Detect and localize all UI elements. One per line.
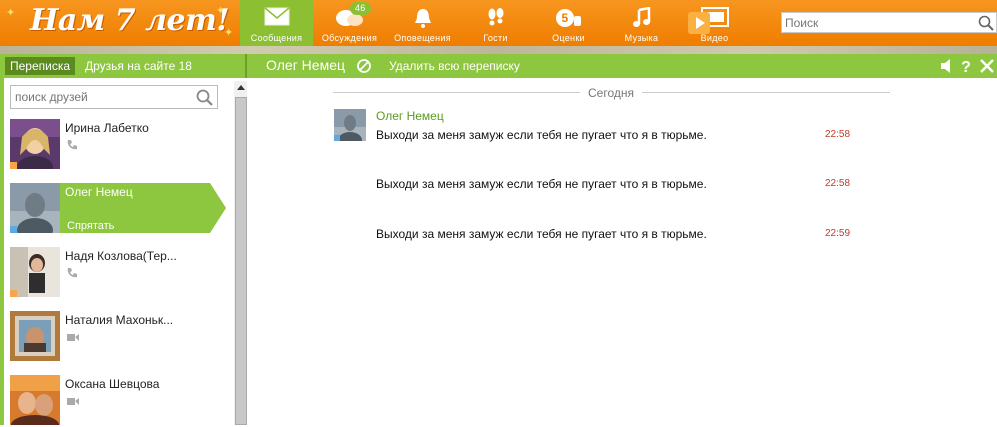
svg-text:?: ? bbox=[961, 59, 971, 75]
friend-search-input[interactable] bbox=[11, 86, 191, 108]
hide-friend-link[interactable]: Спрятать bbox=[67, 220, 114, 232]
close-icon[interactable] bbox=[979, 57, 995, 75]
site-logo[interactable]: ✦ ✦ ✦ Нам 7 лет! bbox=[4, 2, 236, 44]
music-play-button[interactable] bbox=[688, 12, 710, 34]
video-camera-icon bbox=[67, 334, 79, 341]
friend-item-selected[interactable]: Олег Немец Спрятать bbox=[10, 183, 226, 235]
search-icon[interactable] bbox=[196, 89, 214, 107]
friend-name: Надя Козлова(Тер... bbox=[65, 249, 177, 263]
sound-icon[interactable] bbox=[938, 57, 954, 75]
main-nav: Сообщения 46 Обсуждения Оповещения Гости… bbox=[240, 0, 751, 46]
nav-discussions-label: Обсуждения bbox=[321, 33, 378, 43]
friends-panel: Ирина Лабетко Олег Немец Спрятать Надя К… bbox=[0, 78, 248, 427]
video-camera-icon bbox=[67, 398, 79, 405]
chat-header: Переписка Друзья на сайте 18 Олег Немец … bbox=[0, 54, 997, 78]
status-indicator bbox=[10, 162, 17, 169]
status-indicator bbox=[10, 226, 17, 233]
envelope-icon bbox=[264, 7, 289, 26]
message-time: 22:58 bbox=[825, 129, 851, 140]
footprints-icon bbox=[488, 8, 503, 26]
chat-contact-name[interactable]: Олег Немец bbox=[266, 57, 345, 73]
nav-discussions[interactable]: 46 Обсуждения bbox=[313, 0, 386, 46]
message-text: Выходи за меня замуж если тебя не пугает… bbox=[376, 227, 707, 241]
site-search-input[interactable] bbox=[782, 13, 972, 32]
search-icon[interactable] bbox=[978, 15, 994, 31]
bell-icon bbox=[414, 9, 431, 28]
avatar bbox=[10, 375, 60, 425]
rating-five-icon: 5 bbox=[555, 9, 581, 27]
friend-item[interactable]: Ирина Лабетко bbox=[10, 119, 220, 171]
delete-all-messages-button[interactable]: Удалить всю переписку bbox=[389, 59, 520, 73]
tab-friends-online[interactable]: Друзья на сайте 18 bbox=[80, 57, 197, 75]
message-author-avatar[interactable] bbox=[334, 109, 366, 141]
block-icon[interactable] bbox=[356, 58, 372, 74]
friends-scrollbar[interactable] bbox=[234, 81, 248, 425]
sparkle-icon: ✦ bbox=[6, 7, 16, 19]
site-search bbox=[781, 12, 997, 33]
friend-item[interactable]: Надя Козлова(Тер... bbox=[10, 247, 220, 299]
header-divider bbox=[245, 54, 247, 78]
avatar bbox=[10, 311, 60, 361]
message-time: 22:58 bbox=[825, 178, 851, 189]
conversation-area: Сегодня Олег Немец Выходи за меня замуж … bbox=[247, 78, 997, 425]
nav-guests-label: Гости bbox=[483, 33, 508, 43]
nav-music-label: Музыка bbox=[624, 33, 659, 43]
message-time: 22:59 bbox=[825, 228, 851, 239]
nav-music[interactable]: Музыка bbox=[605, 0, 678, 46]
avatar bbox=[10, 183, 60, 233]
message-author-name[interactable]: Олег Немец bbox=[376, 109, 444, 123]
nav-guests[interactable]: Гости bbox=[459, 0, 532, 46]
friend-item[interactable]: Наталия Махоньк... bbox=[10, 311, 220, 363]
friend-search bbox=[10, 85, 218, 109]
discussions-count-badge: 46 bbox=[350, 2, 371, 15]
date-separator: Сегодня bbox=[580, 86, 642, 100]
nav-ratings-label: Оценки bbox=[552, 33, 585, 43]
play-icon bbox=[696, 17, 705, 29]
nav-notifications[interactable]: Оповещения bbox=[386, 0, 459, 46]
friend-name: Оксана Шевцова bbox=[65, 377, 160, 391]
scroll-up-button[interactable] bbox=[234, 81, 248, 95]
message-text: Выходи за меня замуж если тебя не пугает… bbox=[376, 128, 707, 142]
phone-icon bbox=[67, 140, 77, 150]
friend-name: Наталия Махоньк... bbox=[65, 313, 174, 327]
tab-messages[interactable]: Переписка bbox=[5, 57, 76, 75]
logo-text: Нам 7 лет! bbox=[30, 3, 230, 38]
nav-notifications-label: Оповещения bbox=[394, 33, 451, 43]
nav-video-label: Видео bbox=[700, 33, 729, 43]
arrow-up-icon bbox=[237, 85, 245, 90]
music-note-icon bbox=[632, 7, 650, 27]
friend-name: Ирина Лабетко bbox=[65, 121, 149, 135]
nav-messages[interactable]: Сообщения bbox=[240, 0, 313, 46]
phone-icon bbox=[67, 268, 77, 278]
avatar bbox=[10, 247, 60, 297]
scroll-thumb[interactable] bbox=[235, 97, 247, 425]
nav-messages-label: Сообщения bbox=[250, 33, 303, 43]
help-icon[interactable]: ? bbox=[959, 57, 973, 75]
message-text: Выходи за меня замуж если тебя не пугает… bbox=[376, 177, 707, 191]
avatar bbox=[10, 119, 60, 169]
top-navigation-bar: ✦ ✦ ✦ Нам 7 лет! Сообщения 46 Обсуждения bbox=[0, 0, 997, 46]
svg-text:5: 5 bbox=[561, 11, 568, 25]
decorative-stripe bbox=[0, 46, 997, 54]
friend-item[interactable]: Оксана Шевцова bbox=[10, 375, 220, 427]
status-indicator bbox=[10, 290, 17, 297]
friend-name: Олег Немец bbox=[65, 185, 133, 199]
nav-ratings[interactable]: 5 Оценки bbox=[532, 0, 605, 46]
